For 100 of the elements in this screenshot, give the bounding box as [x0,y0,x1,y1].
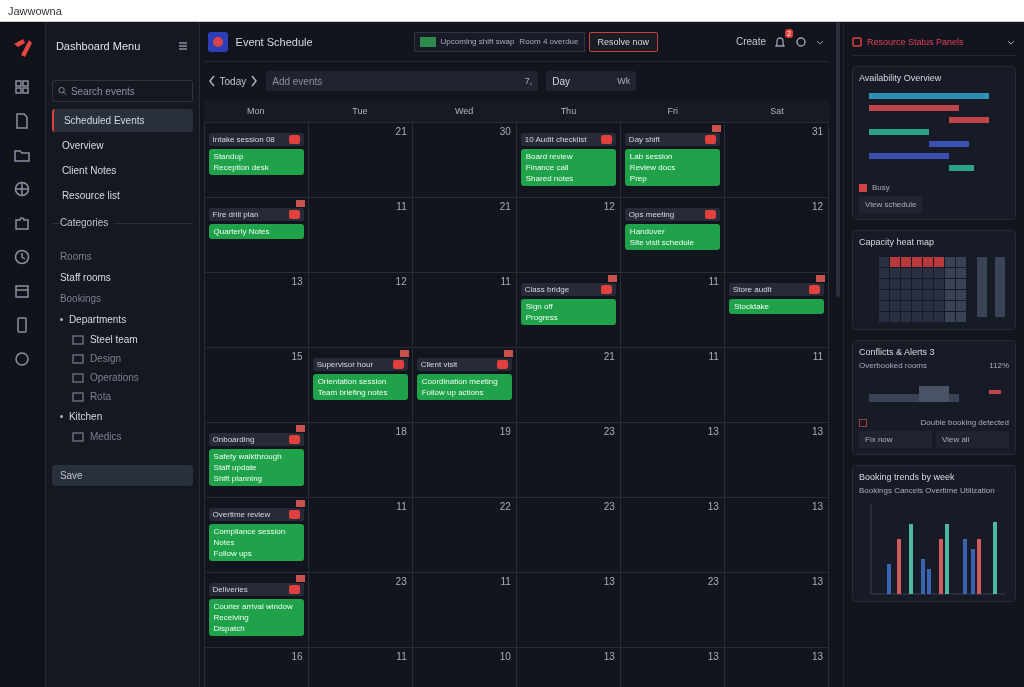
grid-icon[interactable] [13,78,32,96]
event-header[interactable]: Store audit [728,283,824,296]
day-number: 13 [603,576,615,587]
card-button[interactable]: Fix now [859,431,932,448]
event-title: Ops meeting [628,210,675,219]
tree-item[interactable]: Operations [89,372,139,383]
alert-icon [600,285,612,294]
day-number: 23 [603,501,615,512]
tree-item[interactable]: Rota [89,391,111,402]
dropdown-box[interactable]: Day Wk [546,71,637,91]
event-header[interactable]: 10 Audit checklist [520,133,616,146]
clock-icon[interactable] [13,248,32,266]
collapse-icon[interactable] [176,40,189,52]
timeline-bar [929,141,969,147]
view-schedule-button[interactable]: View schedule [859,196,923,213]
timeline-bar [869,129,929,135]
save-button[interactable]: Save [51,465,193,486]
tree-item[interactable]: Rooms [51,247,193,266]
card-title: Availability Overview [859,73,943,83]
bell-icon[interactable] [773,34,787,49]
folder-icon [71,353,84,364]
event-header[interactable]: Ops meeting [624,208,720,221]
alert-icon [704,135,716,144]
alert-label: Overbooked rooms [859,361,928,370]
event-detail: Dispatch [213,624,246,633]
day-number: 13 [707,651,719,662]
event-detail: Courier arrival window [213,602,294,611]
calendar-icon[interactable] [13,282,32,300]
alert-icon [288,435,300,444]
sidebar-item[interactable]: Client Notes [51,159,193,182]
date-navigator[interactable]: Today [207,75,259,87]
event-header[interactable]: Class bridge [520,283,616,296]
event-header[interactable]: Supervisor hour [312,358,408,371]
search-field[interactable]: Search events [70,85,187,97]
search-field[interactable]: Add events [272,75,525,87]
panel-title: Resource Status Panels [867,36,965,47]
event-detail: Follow up actions [421,388,485,397]
card-button[interactable]: View all [936,431,1009,448]
search-box[interactable]: Add events 7, [266,71,539,91]
event-header[interactable]: Fire drill plan [208,208,304,221]
tree-item[interactable]: Departments [51,310,193,329]
event-header[interactable]: Deliveries [208,583,304,596]
event-title: Store audit [732,285,772,294]
event-detail: Lab session [629,152,674,161]
day-number: 11 [708,276,719,287]
event-detail: Staff update [213,463,258,472]
day-number: 12 [603,201,615,212]
field-hint: 7, [524,76,533,86]
event-header[interactable]: Onboarding [208,433,304,446]
day-number: 15 [291,351,303,362]
folder-icon [71,391,84,402]
event-header[interactable]: Intake session 08 [208,133,304,146]
day-number: 16 [291,651,303,662]
weekday-header: Thu [559,106,578,116]
tree-item[interactable]: Steel team [89,334,138,345]
event-title: Client visit [420,360,458,369]
day-number: 13 [811,651,823,662]
event-detail: Handover [629,227,666,236]
chevron-left-icon [207,75,216,87]
resolve-button[interactable]: Resolve now [588,31,659,52]
alert-icon [600,135,612,144]
page-title: Event Schedule [235,35,314,48]
search-box[interactable]: Search events [51,80,193,102]
create-button[interactable]: Create [736,36,766,47]
event-title: Overtime review [212,510,271,519]
event-detail: Shared notes [525,174,575,183]
event-detail: Review docs [629,163,677,172]
day-number: 11 [396,201,407,212]
event-title: Deliveries [212,585,248,594]
event-detail: Sign off [525,302,554,311]
event-title: Onboarding [212,435,255,444]
tree-item[interactable]: Medics [89,431,122,442]
notification-banner[interactable]: Upcoming shift swap Room 4 overdue [413,31,585,52]
tree-item[interactable]: Bookings [51,289,193,308]
globe-icon[interactable] [13,180,32,198]
event-header[interactable]: Client visit [416,358,512,371]
event-header[interactable]: Day shift [624,133,720,146]
tree-item[interactable]: Kitchen [51,407,193,426]
sidebar-item[interactable]: Scheduled Events [51,109,193,132]
chart-bar [977,539,981,594]
day-number: 23 [603,426,615,437]
day-number: 12 [811,201,823,212]
window-title: Jawwowna [8,4,62,17]
chart-bar [921,559,925,594]
chart-bar [927,569,931,594]
sidebar-item[interactable]: Overview [51,134,193,157]
event-header[interactable]: Overtime review [208,508,304,521]
weekday-header: Wed [453,106,475,116]
day-number: 21 [603,351,615,362]
event-detail: Coordination meeting [421,377,499,386]
day-number: 13 [291,276,303,287]
weekday-header: Sat [769,106,785,116]
tree-item[interactable]: Staff rooms [51,268,193,287]
day-number: 21 [395,126,407,137]
notice-text: Upcoming shift swap [440,37,515,46]
view-dropdown[interactable]: Day [552,75,618,87]
tree-item[interactable]: Design [89,353,122,364]
event-detail: Board review [525,152,574,161]
chevron-right-icon [250,75,259,87]
sidebar-item[interactable]: Resource list [51,184,193,207]
